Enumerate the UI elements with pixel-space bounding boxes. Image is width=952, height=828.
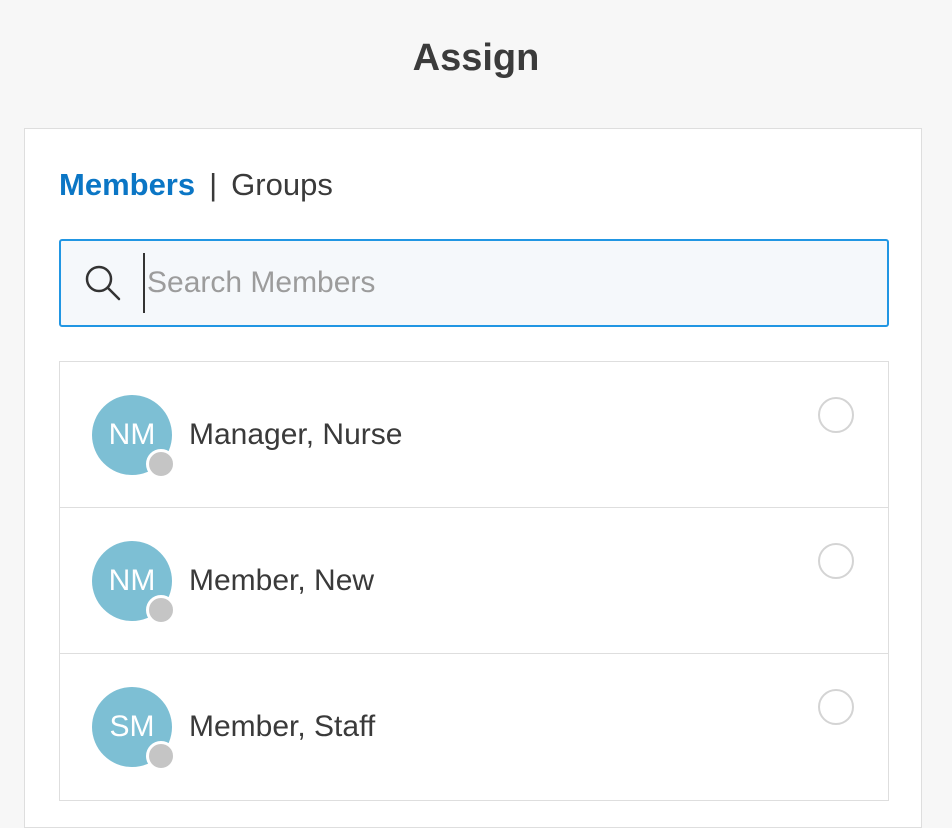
member-name: Manager, Nurse — [189, 418, 403, 451]
member-group-tabs: Members | Groups — [59, 167, 333, 203]
list-item[interactable]: NM Member, New — [60, 508, 888, 654]
status-indicator — [146, 741, 176, 771]
search-icon — [83, 263, 123, 303]
list-item[interactable]: SM Member, Staff — [60, 654, 888, 800]
member-list: NM Manager, Nurse NM Member, New SM Memb… — [59, 361, 889, 801]
tab-members[interactable]: Members — [59, 167, 195, 203]
search-input[interactable] — [143, 253, 847, 313]
status-indicator — [146, 595, 176, 625]
select-radio[interactable] — [818, 397, 854, 433]
member-name: Member, Staff — [189, 710, 376, 743]
page-header: Assign — [0, 0, 952, 118]
member-name: Member, New — [189, 564, 375, 597]
list-item[interactable]: NM Manager, Nurse — [60, 362, 888, 508]
assign-panel: Members | Groups NM Manager, Nurse NM Me… — [24, 128, 922, 828]
select-radio[interactable] — [818, 689, 854, 725]
page-title: Assign — [412, 36, 540, 79]
tab-groups[interactable]: Groups — [231, 167, 333, 203]
select-radio[interactable] — [818, 543, 854, 579]
status-indicator — [146, 449, 176, 479]
tab-separator: | — [209, 167, 218, 202]
search-box[interactable] — [59, 239, 889, 327]
